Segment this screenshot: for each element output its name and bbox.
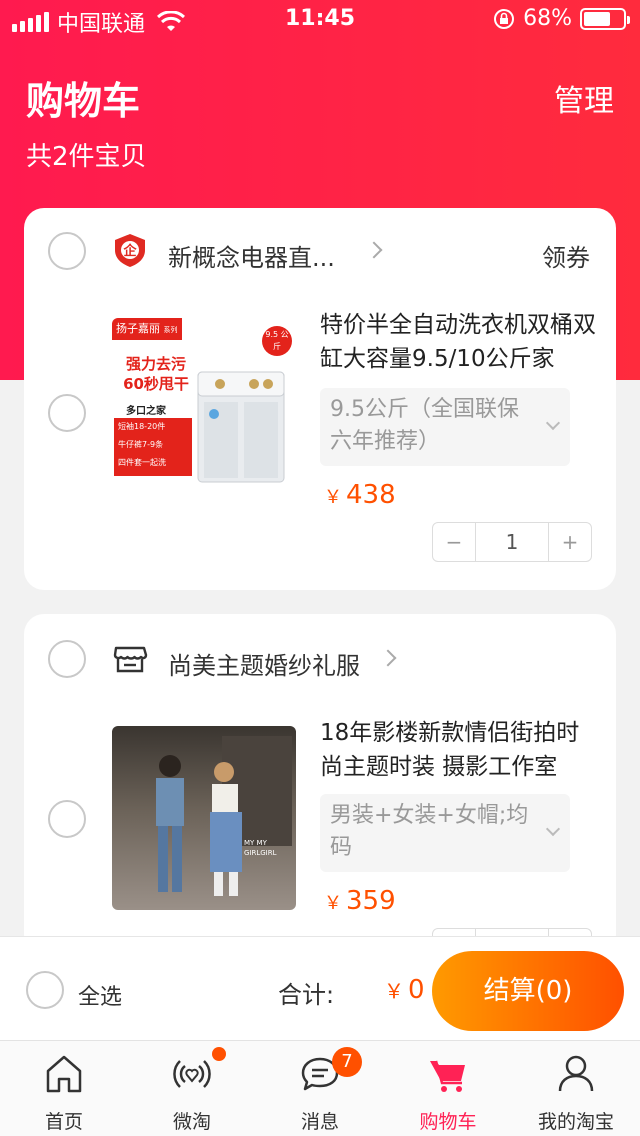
price-value: 359 <box>346 886 396 916</box>
thumb-headline-1: 强力去污 <box>125 355 186 373</box>
shop-card: 尚美主题婚纱礼服 MY MY GIRLGIRL 18年影楼新款情侣街拍时尚主题时… <box>24 614 616 936</box>
couple-photo-image <box>156 736 292 896</box>
rotation-lock-icon <box>494 8 515 29</box>
shop-select-radio[interactable] <box>48 640 86 678</box>
battery-percent: 68% <box>523 6 572 31</box>
item-select-radio[interactable] <box>48 394 86 432</box>
thumb-line-2: 牛仔裤7-9条 <box>118 440 164 449</box>
decrement-button[interactable] <box>433 929 475 936</box>
home-icon <box>46 1055 82 1093</box>
tab-my-taobao[interactable]: 我的淘宝 <box>512 1041 640 1136</box>
thumb-line-3: 四件套一起洗 <box>118 458 166 467</box>
increment-button[interactable]: + <box>549 523 591 561</box>
currency-symbol: ￥ <box>324 487 342 508</box>
price-value: 438 <box>346 480 396 510</box>
product-price: ￥ 438 <box>324 480 396 510</box>
tab-weitao[interactable]: 微淘 <box>128 1041 256 1136</box>
sku-selector[interactable]: 男装+女装+女帽;均码 <box>320 794 570 872</box>
tab-bar: 首页 微淘 7 消息 购物车 我的淘宝 <box>0 1040 640 1136</box>
product-title[interactable]: 特价半全自动洗衣机双桶双缸大容量9.5/10公斤家 <box>320 308 600 376</box>
store-icon <box>113 646 148 673</box>
thumb-series: 系列 <box>163 326 178 334</box>
total-value: ￥ 0 <box>384 975 425 1005</box>
chevron-down-icon <box>545 821 561 837</box>
thumb-sub: 多口之家 <box>126 406 166 417</box>
currency-symbol: ￥ <box>384 979 404 1003</box>
status-right: 68% <box>493 6 630 31</box>
thumb-capacity-badge: 9.5 公斤 <box>262 326 292 356</box>
tab-home[interactable]: 首页 <box>0 1041 128 1136</box>
quantity-value[interactable] <box>475 929 549 936</box>
checkout-button[interactable]: 结算(0) <box>432 951 624 1031</box>
checkout-bar: 全选 合计: ￥ 0 结算(0) <box>0 936 640 1040</box>
tab-label: 消息 <box>300 1111 339 1133</box>
svg-text:企: 企 <box>122 243 137 259</box>
thumb-headline-2: 60秒甩干 <box>123 375 189 393</box>
tab-messages[interactable]: 7 消息 <box>256 1041 384 1136</box>
message-badge: 7 <box>332 1047 362 1077</box>
thumb-tag: MY MY GIRLGIRL <box>244 839 277 857</box>
manage-button[interactable]: 管理 <box>554 76 614 120</box>
currency-symbol: ￥ <box>324 893 342 914</box>
weitao-icon <box>173 1060 211 1088</box>
decrement-button[interactable]: − <box>433 523 475 561</box>
quantity-stepper[interactable] <box>432 928 592 936</box>
shop-name[interactable]: 新概念电器直... <box>168 238 335 273</box>
product-thumbnail[interactable]: 扬子嘉丽 系列 9.5 公斤 强力去污 60秒甩干 多口之家 短袖18-20件 … <box>112 318 296 502</box>
quantity-value[interactable]: 1 <box>475 523 549 561</box>
page-title: 购物车 <box>26 79 141 123</box>
product-price: ￥ 359 <box>324 886 396 916</box>
thumb-headline: 强力去污 60秒甩干 <box>116 354 196 394</box>
coupon-button[interactable]: 领券 <box>542 238 590 273</box>
tab-label: 首页 <box>44 1111 83 1133</box>
select-all-radio[interactable] <box>26 971 64 1009</box>
tab-label: 微淘 <box>172 1111 211 1133</box>
item-count: 共2件宝贝 <box>26 142 147 172</box>
sku-text: 男装+女装+女帽;均码 <box>330 803 529 860</box>
tmall-shop-icon: 企 <box>115 234 145 267</box>
chevron-right-icon[interactable] <box>365 241 383 259</box>
profile-icon <box>558 1055 594 1092</box>
item-select-radio[interactable] <box>48 800 86 838</box>
shop-select-radio[interactable] <box>48 232 86 270</box>
tab-label: 购物车 <box>419 1111 477 1133</box>
total-amount: 0 <box>408 975 425 1005</box>
status-bar: 中国联通 11:45 68% <box>0 0 640 40</box>
shop-header: 尚美主题婚纱礼服 <box>24 614 616 704</box>
shop-name[interactable]: 尚美主题婚纱礼服 <box>168 646 360 681</box>
shop-header: 企 新概念电器直... 领券 <box>24 208 616 298</box>
chevron-right-icon[interactable] <box>379 649 397 667</box>
sku-text: 9.5公斤（全国联保六年推荐） <box>330 397 519 454</box>
thumb-line-1: 短袖18-20件 <box>118 422 166 431</box>
thumb-red-box: 短袖18-20件 牛仔裤7-9条 四件套一起洗 <box>114 418 192 476</box>
product-title[interactable]: 18年影楼新款情侣街拍时尚主题时装 摄影工作室 <box>320 716 600 784</box>
tab-cart[interactable]: 购物车 <box>384 1041 512 1136</box>
sku-selector[interactable]: 9.5公斤（全国联保六年推荐） <box>320 388 570 466</box>
battery-icon <box>580 7 630 30</box>
select-all-label[interactable]: 全选 <box>78 979 122 1011</box>
notification-dot <box>212 1047 226 1061</box>
cart-icon <box>430 1060 465 1092</box>
tab-label: 我的淘宝 <box>537 1111 614 1133</box>
washing-machine-image <box>197 371 285 483</box>
chevron-down-icon <box>545 415 561 431</box>
total-label: 合计: <box>278 981 335 1009</box>
product-thumbnail[interactable]: MY MY GIRLGIRL <box>112 726 296 910</box>
increment-button[interactable] <box>549 929 591 936</box>
quantity-stepper[interactable]: − 1 + <box>432 522 592 562</box>
shop-card: 企 新概念电器直... 领券 扬子嘉丽 系列 9.5 公斤 强力去污 60秒甩干… <box>24 208 616 590</box>
cart-list[interactable]: 企 新概念电器直... 领券 扬子嘉丽 系列 9.5 公斤 强力去污 60秒甩干… <box>0 208 640 936</box>
thumb-brand-tag: 扬子嘉丽 系列 <box>112 318 182 340</box>
thumb-brand: 扬子嘉丽 <box>116 322 160 335</box>
